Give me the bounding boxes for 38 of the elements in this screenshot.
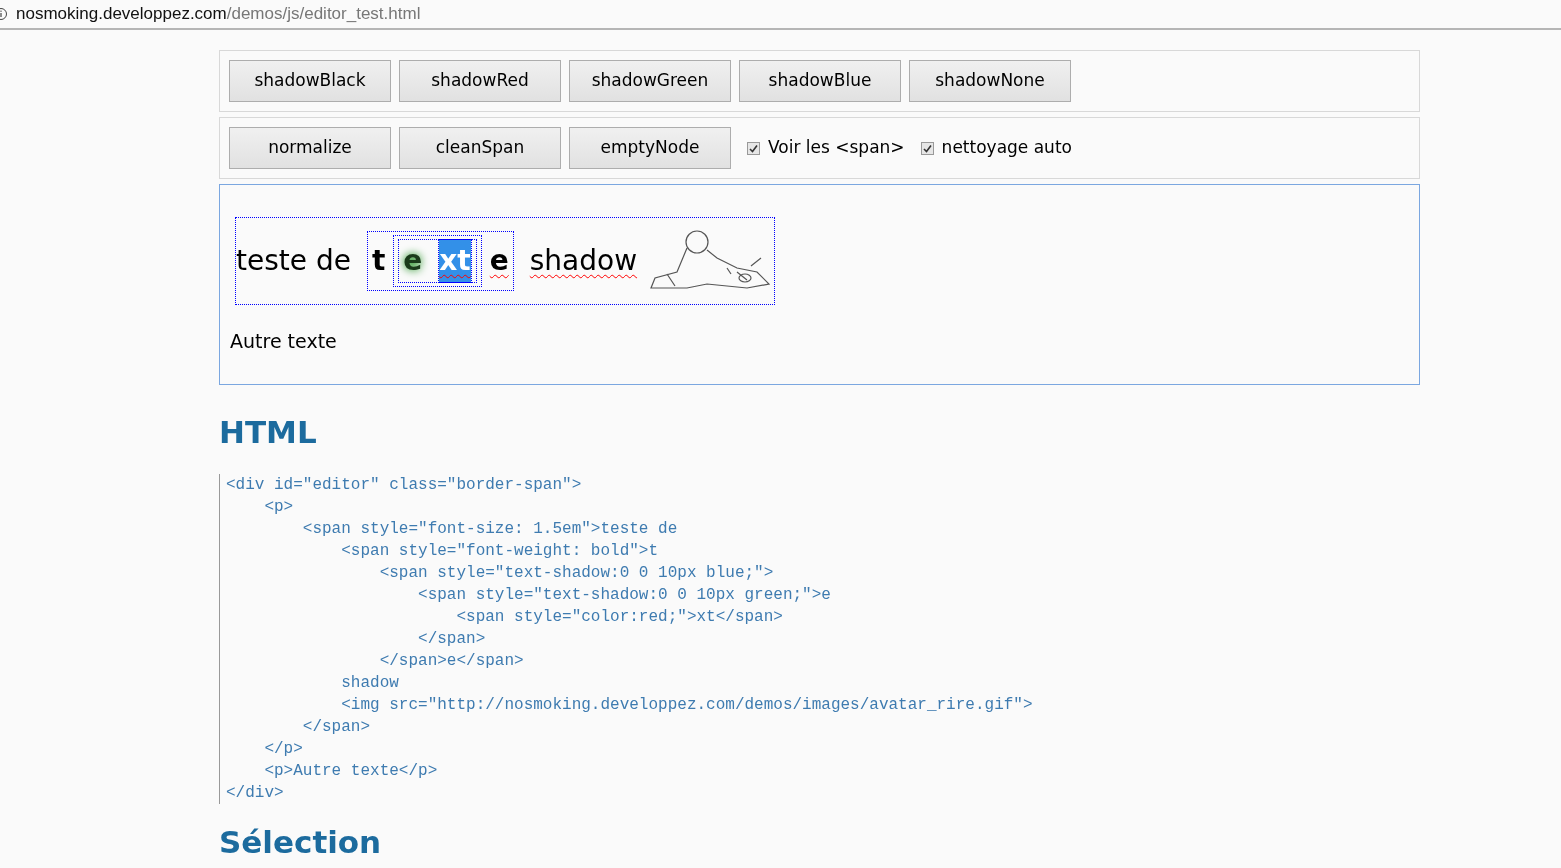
editor-text: teste de	[236, 243, 351, 279]
toolbar-button[interactable]: shadowBlack	[229, 60, 391, 102]
checkbox[interactable]	[920, 141, 934, 155]
section-heading: HTML	[219, 413, 318, 452]
toolbar-button[interactable]: shadowBlue	[739, 60, 901, 102]
checkbox-label[interactable]: nettoyage auto	[941, 135, 1072, 161]
code-line: <p>	[263, 496, 295, 518]
code-line: <span style="font-weight: bold">t	[340, 540, 660, 562]
checkbox[interactable]	[747, 141, 760, 155]
editor-text: e	[489, 243, 509, 279]
section-heading: Sélection	[219, 825, 383, 859]
code-line: <p>Autre texte</p>	[263, 760, 439, 782]
checkbox-label[interactable]: Voir les <span>	[768, 135, 905, 161]
editor-text: t	[371, 243, 386, 279]
code-line: <img src="http://nosmoking.developpez.com/demos/images/avatar_rire.gif">	[340, 694, 1034, 716]
toolbar-button[interactable]: cleanSpan	[399, 127, 561, 169]
code-line: <span style="font-size: 1.5em">teste de	[301, 518, 679, 540]
code-line: <div id="editor" class="border-span">	[226, 474, 583, 496]
toolbar-button[interactable]: shadowNone	[909, 60, 1071, 102]
editor-text: e	[403, 243, 423, 279]
code-line: </p>	[263, 738, 304, 760]
editor-text: shadow	[529, 243, 638, 279]
code-line: </span>	[417, 628, 487, 650]
toolbar-button[interactable]: shadowGreen	[569, 60, 731, 102]
code-line: <span style="text-shadow:0 0 10px blue;">	[378, 562, 775, 584]
editor-area[interactable]: teste de t e xt e shadow Autre texte	[219, 184, 1420, 385]
toolbar-button[interactable]: emptyNode	[569, 127, 731, 169]
code-line: </div>	[226, 782, 285, 804]
code-line: <span style="color:red;">xt</span>	[455, 606, 784, 628]
code-line: shadow	[340, 672, 400, 694]
code-line: </span>	[301, 716, 372, 738]
toolbar-button[interactable]: shadowRed	[399, 60, 561, 102]
editor-paragraph: Autre texte	[230, 329, 338, 354]
toolbar-button[interactable]: normalize	[229, 127, 391, 169]
address-url[interactable]: nosmoking.developpez.com/demos/js/editor_test.html	[16, 1, 421, 27]
editor-text: xt	[439, 240, 471, 282]
code-line: <span style="text-shadow:0 0 10px green;">e	[417, 584, 832, 606]
code-line: </span>e</span>	[378, 650, 525, 672]
